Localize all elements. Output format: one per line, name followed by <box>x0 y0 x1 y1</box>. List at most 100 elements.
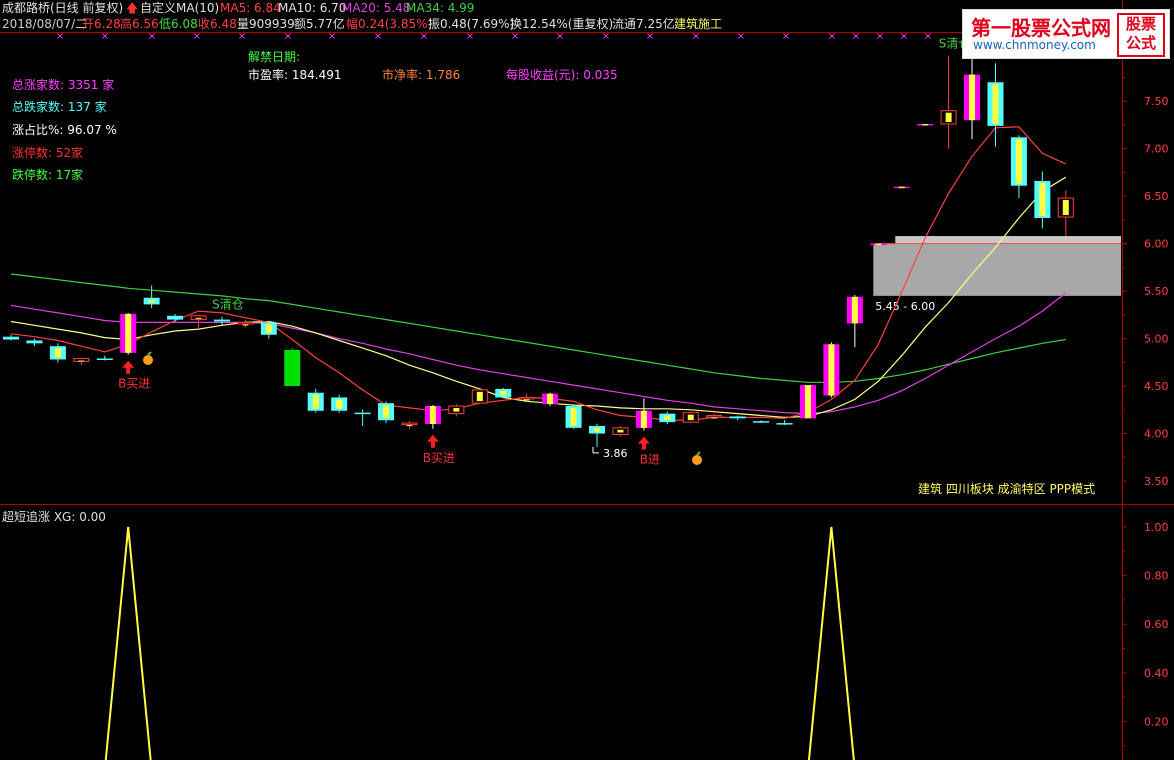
signal-marker-15: × <box>737 31 745 42</box>
signal-marker-9: × <box>466 31 474 42</box>
signal-marker-4: × <box>238 31 246 42</box>
eps: 每股收益(元): 0.035 <box>506 68 618 82</box>
candle-core-23 <box>547 393 554 405</box>
candle-body-7 <box>167 315 184 320</box>
quote-high: 高6.56 <box>120 17 159 31</box>
candle-body-1 <box>26 340 43 344</box>
signal-marker-18: × <box>852 31 860 42</box>
buy-signal-label-2: B进 <box>640 453 660 467</box>
candle-14 <box>331 394 348 413</box>
candle-core-16 <box>383 405 390 419</box>
quote-amount: 额5.77亿 <box>294 17 345 31</box>
price-zone-label: 5.45 - 6.00 <box>875 300 935 313</box>
candle-29 <box>682 411 699 424</box>
candle-10 <box>237 319 254 328</box>
stat-limit-down: 跌停数: 17家 <box>12 168 84 182</box>
xg-tick-label-3: 0.40 <box>1144 667 1169 680</box>
quote-volume: 量909939 <box>237 17 295 31</box>
candle-core-10 <box>242 324 249 326</box>
ma10-label: MA10: 6.70 <box>278 1 347 15</box>
candle-25 <box>589 424 605 447</box>
pe-ratio: 市盈率: 184.491 <box>248 68 342 82</box>
candle-core-45 <box>1062 200 1069 216</box>
signal-marker-13: × <box>646 31 654 42</box>
watermark-logo: 第一股票公式网 www.chnmoney.com 股票 公式 <box>962 9 1170 59</box>
candle-28 <box>659 411 676 425</box>
candle-core-2 <box>54 348 61 358</box>
candle-44 <box>1034 171 1051 229</box>
candle-core-14 <box>336 399 343 409</box>
candle-core-44 <box>1039 182 1046 216</box>
stat-limit-up: 涨停数: 52家 <box>12 146 84 160</box>
candle-24 <box>565 404 582 429</box>
watermark-badge: 股票 公式 <box>1117 13 1165 57</box>
candle-33 <box>776 420 793 425</box>
candle-body-9 <box>213 319 230 322</box>
indicator-name: 自定义MA(10) <box>140 1 220 15</box>
quote-change: 幅0.24(3.85%) <box>346 17 433 31</box>
candle-27 <box>635 398 652 431</box>
quote-industry: 建筑施工 <box>674 17 723 31</box>
candle-0 <box>3 334 19 341</box>
candle-7 <box>167 313 184 322</box>
signal-marker-11: × <box>556 31 564 42</box>
candle-31 <box>729 415 746 421</box>
signal-marker-5: × <box>284 31 292 42</box>
low-price-label: 3.86 <box>603 447 628 460</box>
candle-17 <box>401 421 418 429</box>
candle-5 <box>120 312 137 355</box>
candle-core-28 <box>664 415 671 421</box>
ma20-label: MA20: 5.48 <box>342 1 411 15</box>
signal-marker-17: × <box>828 31 836 42</box>
price-tick-label-5: 5.50 <box>1144 285 1169 298</box>
quote-date: 2018/08/07/二 <box>2 17 88 31</box>
watermark-title: 第一股票公式网 <box>971 16 1111 40</box>
candle-body-33 <box>776 423 793 425</box>
sell-signal-label-3: S清仓 <box>212 298 244 312</box>
watermark-url: www.chnmoney.com <box>973 38 1096 52</box>
candle-core-5 <box>125 313 132 353</box>
price-tick-label-8: 4.00 <box>1144 428 1169 441</box>
ma34-label: MA34: 4.99 <box>406 1 475 15</box>
candle-43 <box>1010 135 1027 199</box>
orange-leaf-1 <box>696 451 701 456</box>
price-zone-top <box>895 236 1121 244</box>
candle-core-6 <box>148 299 155 303</box>
price-tick-label-7: 4.50 <box>1144 380 1169 393</box>
candle-body-30 <box>706 414 723 418</box>
candle-22 <box>518 393 535 401</box>
buy-arrow-icon-2 <box>637 436 650 450</box>
buy-arrow-icon-1 <box>426 434 439 448</box>
candle-core-24 <box>570 408 577 426</box>
quote-close: 收6.48 <box>198 17 237 31</box>
candle-19 <box>448 404 465 417</box>
candle-core-25 <box>594 427 600 432</box>
signal-marker-3: × <box>193 31 201 42</box>
signal-marker-20: × <box>900 31 908 42</box>
candle-20 <box>471 388 488 405</box>
candle-core-40 <box>945 112 952 122</box>
candle-core-42 <box>992 84 999 124</box>
price-tick-label-9: 3.50 <box>1144 475 1169 488</box>
candle-core-26 <box>617 429 624 433</box>
candle-core-37 <box>875 243 882 246</box>
up-arrow-icon: 🡅 <box>126 1 139 15</box>
candle-13 <box>307 388 324 413</box>
candle-body-31 <box>729 416 746 419</box>
xg-tick-label-4: 0.20 <box>1144 715 1169 728</box>
ma5-label: MA5: 6.84 <box>220 1 281 15</box>
candle-3 <box>73 357 90 366</box>
candle-core-30 <box>711 417 718 419</box>
candle-body-4 <box>96 358 113 361</box>
orange-icon-1 <box>692 455 702 465</box>
candle-body-10 <box>237 321 254 325</box>
price-tick-label-1: 7.50 <box>1144 95 1169 108</box>
signal-marker-14: × <box>692 31 700 42</box>
signal-marker-8: × <box>420 31 428 42</box>
price-tick-label-4: 6.00 <box>1144 238 1169 251</box>
price-zone <box>873 243 1121 296</box>
candle-18 <box>424 405 441 429</box>
price-tick-label-6: 5.00 <box>1144 333 1169 346</box>
signal-marker-21: × <box>924 31 932 42</box>
price-chart[interactable]: ××××××××××××××××××××××8.007.507.006.506.… <box>0 0 1174 760</box>
